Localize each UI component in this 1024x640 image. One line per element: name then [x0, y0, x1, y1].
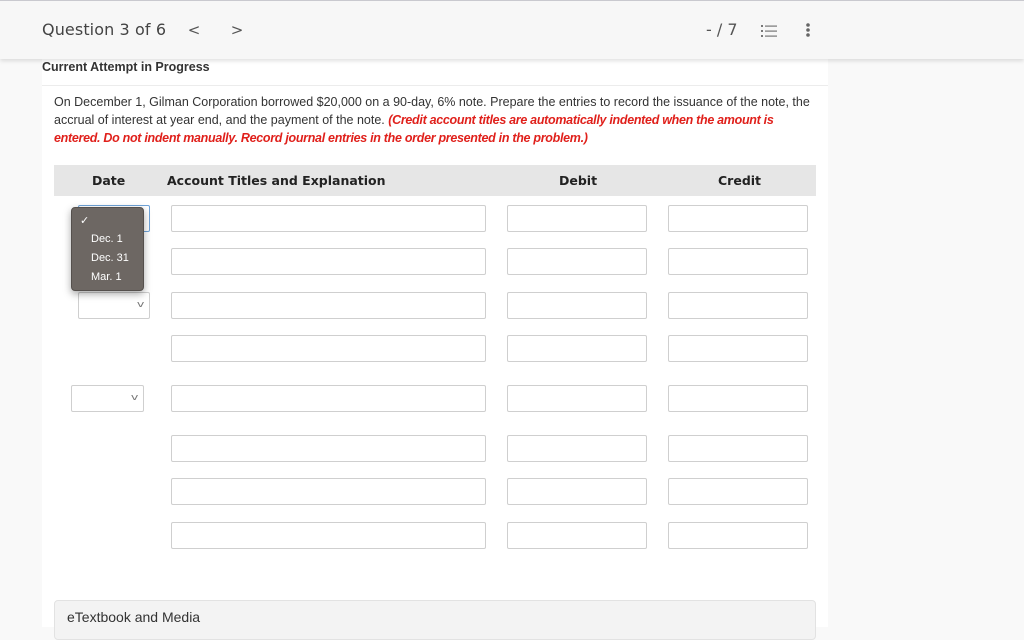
account-input-entry-3-row-2[interactable]: [171, 435, 486, 462]
credit-input-entry-1-row-2[interactable]: [668, 248, 808, 275]
checkmark-icon: ✓: [80, 215, 90, 227]
next-question-button[interactable]: >: [227, 18, 247, 42]
vertical-ellipsis-icon[interactable]: [802, 21, 814, 39]
date-dropdown-menu: ✓ Dec. 1 Dec. 31 Mar. 1: [71, 207, 144, 291]
account-input-entry-3-row-4[interactable]: [171, 522, 486, 549]
divider: [42, 85, 828, 86]
account-input-entry-3-row-3[interactable]: [171, 478, 486, 505]
previous-question-button[interactable]: <: [184, 18, 204, 42]
numbered-list-icon[interactable]: [761, 23, 777, 37]
column-header-date: Date: [92, 173, 126, 188]
etextbook-media-section[interactable]: eTextbook and Media: [54, 600, 816, 640]
chevron-down-icon: v: [136, 300, 145, 310]
debit-input-entry-1-row-2[interactable]: [507, 248, 647, 275]
credit-input-entry-3-row-4[interactable]: [668, 522, 808, 549]
credit-input-entry-3-row-3[interactable]: [668, 478, 808, 505]
credit-input-entry-2-row-1[interactable]: [668, 292, 808, 319]
question-counter: Question 3 of 6: [42, 20, 167, 39]
date-select-entry-2[interactable]: v: [78, 292, 150, 319]
credit-input-entry-2-row-2[interactable]: [668, 335, 808, 362]
credit-input-entry-3-row-2[interactable]: [668, 435, 808, 462]
question-text: On December 1, Gilman Corporation borrow…: [54, 93, 819, 147]
account-input-entry-3-row-1[interactable]: [171, 385, 486, 412]
debit-input-entry-3-row-4[interactable]: [507, 522, 647, 549]
chevron-right-icon: >: [230, 21, 244, 39]
column-header-account: Account Titles and Explanation: [167, 173, 386, 188]
debit-input-entry-3-row-1[interactable]: [507, 385, 647, 412]
date-select-entry-3[interactable]: v: [71, 385, 144, 412]
etextbook-label: eTextbook and Media: [67, 609, 201, 625]
column-header-debit: Debit: [559, 173, 598, 188]
dropdown-option-mar-1[interactable]: Mar. 1: [91, 271, 122, 283]
debit-input-entry-1-row-1[interactable]: [507, 205, 647, 232]
question-header-bar: Question 3 of 6 < > - / 7: [0, 0, 1024, 59]
debit-input-entry-2-row-1[interactable]: [507, 292, 647, 319]
debit-input-entry-3-row-3[interactable]: [507, 478, 647, 505]
account-input-entry-2-row-2[interactable]: [171, 335, 486, 362]
dropdown-option-dec-1[interactable]: Dec. 1: [91, 233, 123, 245]
chevron-down-icon: v: [130, 393, 139, 403]
attempt-status-label: Current Attempt in Progress: [42, 60, 210, 74]
dropdown-option-dec-31[interactable]: Dec. 31: [91, 252, 129, 264]
score-display: - / 7: [706, 20, 738, 39]
chevron-left-icon: <: [187, 21, 201, 39]
journal-table-header: Date Account Titles and Explanation Debi…: [54, 165, 816, 196]
debit-input-entry-2-row-2[interactable]: [507, 335, 647, 362]
account-input-entry-1-row-1[interactable]: [171, 205, 486, 232]
column-header-credit: Credit: [718, 173, 762, 188]
credit-input-entry-1-row-1[interactable]: [668, 205, 808, 232]
credit-input-entry-3-row-1[interactable]: [668, 385, 808, 412]
debit-input-entry-3-row-2[interactable]: [507, 435, 647, 462]
account-input-entry-1-row-2[interactable]: [171, 248, 486, 275]
account-input-entry-2-row-1[interactable]: [171, 292, 486, 319]
